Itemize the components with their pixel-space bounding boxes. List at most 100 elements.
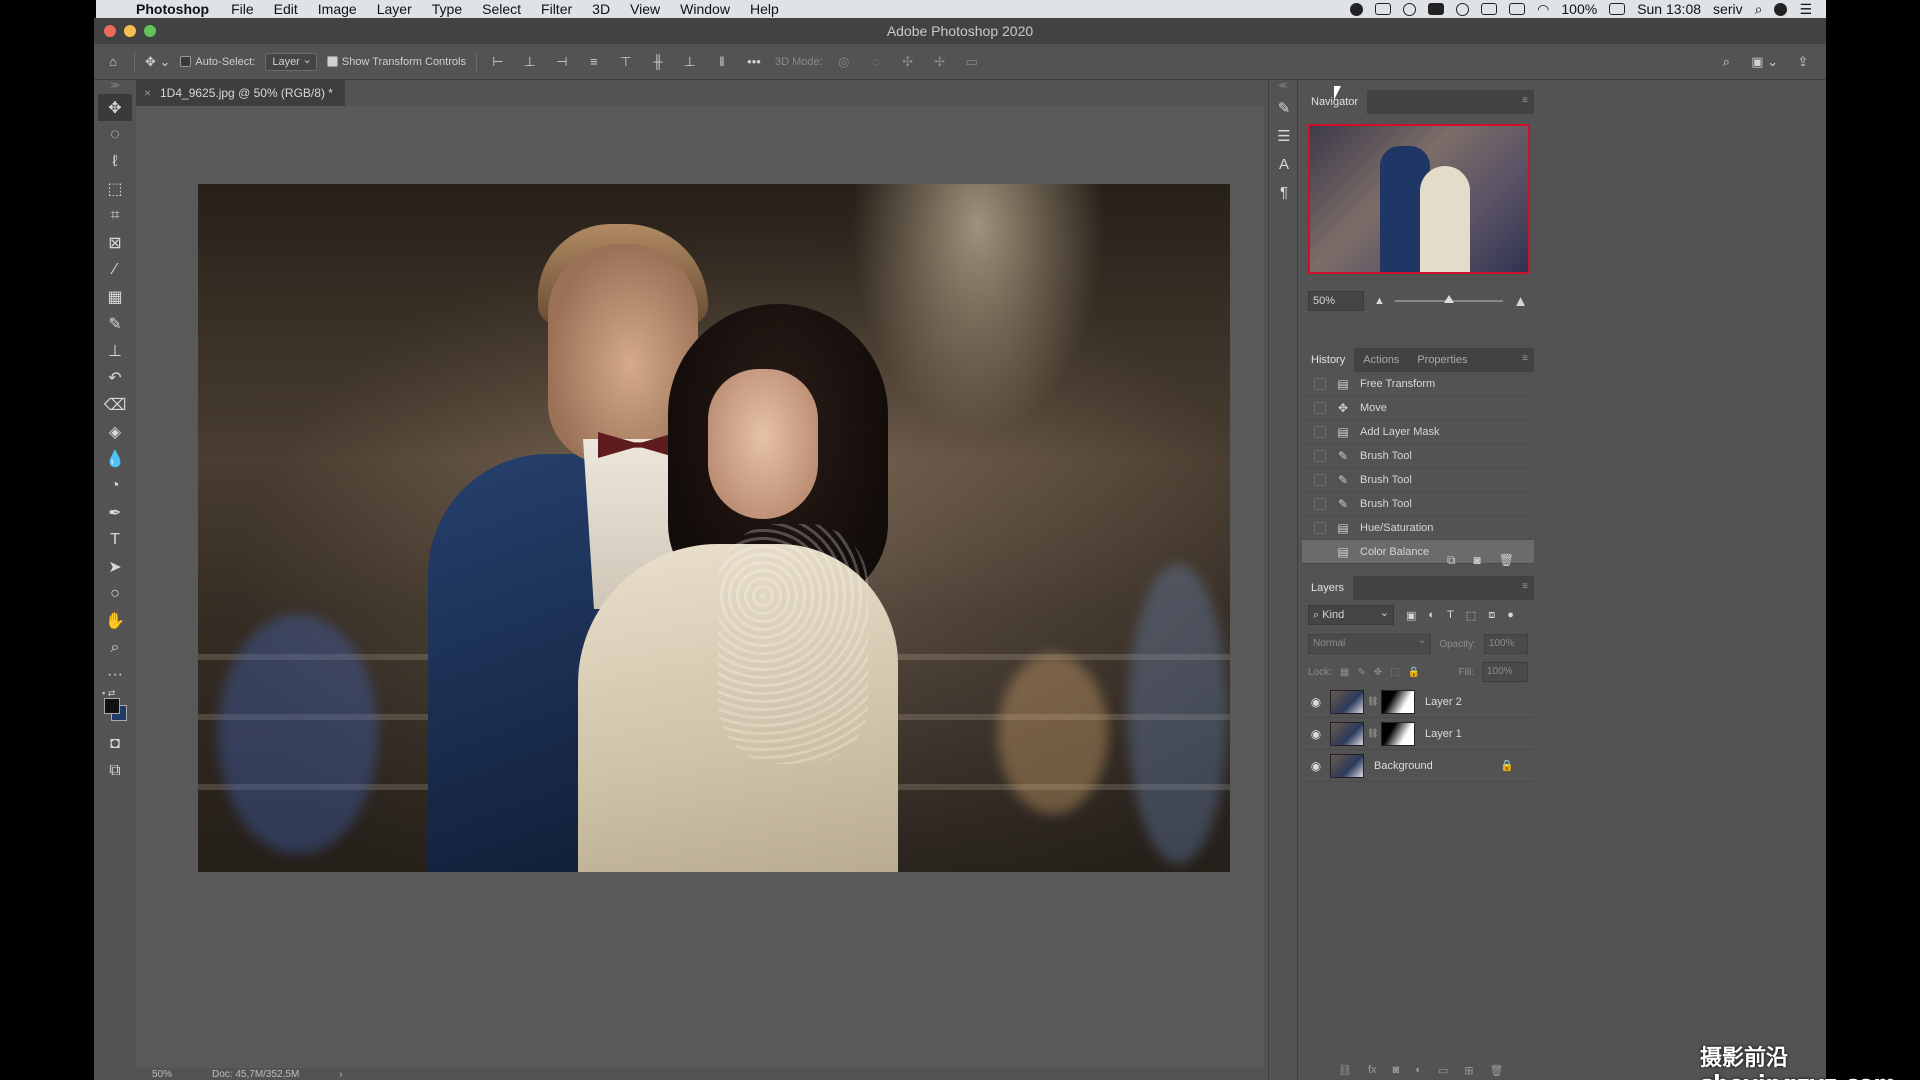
zoom-tool-icon[interactable]: ⌕: [98, 634, 132, 661]
lasso-tool-icon[interactable]: ℓ: [98, 148, 132, 175]
3d-orbit-icon[interactable]: ◎: [833, 51, 855, 73]
layer-name[interactable]: Layer 2: [1425, 696, 1462, 708]
filter-shape-icon[interactable]: ⬚: [1466, 609, 1476, 622]
3d-pan-icon[interactable]: ✣: [897, 51, 919, 73]
creative-cloud-icon[interactable]: [1456, 2, 1470, 16]
edit-toolbar-icon[interactable]: ···: [98, 661, 132, 688]
slider-knob[interactable]: [1443, 295, 1454, 303]
record-icon[interactable]: [1350, 2, 1364, 16]
path-select-tool-icon[interactable]: ➤: [98, 553, 132, 580]
camera-icon[interactable]: ◙: [1474, 553, 1481, 567]
layer-thumbnail[interactable]: [1330, 753, 1364, 778]
healing-brush-tool-icon[interactable]: ▦: [98, 283, 132, 310]
more-options-icon[interactable]: •••: [743, 51, 765, 73]
lock-transparent-icon[interactable]: ▦: [1340, 667, 1349, 678]
screen-mode-icon[interactable]: ⧉: [98, 757, 132, 784]
wifi-icon[interactable]: ◠: [1537, 1, 1549, 18]
user-name[interactable]: seriv: [1713, 1, 1743, 17]
new-adjustment-icon[interactable]: ◐: [1415, 1064, 1422, 1076]
filter-type-icon[interactable]: T: [1447, 609, 1454, 621]
clock[interactable]: Sun 13:08: [1637, 1, 1701, 17]
history-item[interactable]: ▤ Hue/Saturation: [1302, 516, 1534, 540]
share-icon[interactable]: ⇪: [1792, 51, 1814, 73]
menu-file[interactable]: File: [221, 1, 264, 17]
panel-menu-icon[interactable]: ≡: [1522, 353, 1528, 364]
search-icon[interactable]: ⌕: [1715, 51, 1737, 73]
snapshot-checkbox[interactable]: [1314, 401, 1326, 414]
history-brush-tool-icon[interactable]: ↶: [98, 364, 132, 391]
type-tool-icon[interactable]: T: [98, 526, 132, 553]
checkbox-box[interactable]: [326, 56, 338, 68]
distribute-vertical-icon[interactable]: ‖: [711, 51, 733, 73]
siri-icon[interactable]: [1774, 2, 1788, 16]
layer-row[interactable]: ◉ ⛓ Layer 2: [1302, 686, 1534, 718]
history-item[interactable]: ▤ Free Transform: [1302, 372, 1534, 396]
filter-toggle-icon[interactable]: ●: [1507, 609, 1514, 621]
tab-actions[interactable]: Actions: [1354, 348, 1408, 372]
blend-mode-dropdown[interactable]: Normal: [1308, 634, 1432, 654]
menu-help[interactable]: Help: [740, 1, 789, 17]
layer-mask-thumbnail[interactable]: [1381, 721, 1415, 746]
eraser-tool-icon[interactable]: ⌫: [98, 391, 132, 418]
pen-tool-icon[interactable]: ✒: [98, 499, 132, 526]
menu-filter[interactable]: Filter: [531, 1, 582, 17]
navigator-thumbnail[interactable]: [1308, 124, 1530, 274]
align-right-icon[interactable]: ⊣: [551, 51, 573, 73]
clone-stamp-tool-icon[interactable]: ⊥: [98, 337, 132, 364]
navigation-icon[interactable]: [1403, 2, 1417, 16]
layer-mask-thumbnail[interactable]: [1381, 689, 1415, 714]
spotlight-search-icon[interactable]: ⌕: [1755, 1, 1763, 18]
zoom-level[interactable]: 50%: [152, 1069, 172, 1080]
paragraph-panel-icon[interactable]: ¶: [1269, 178, 1299, 206]
new-document-from-state-icon[interactable]: ⧉: [1447, 553, 1456, 568]
align-top-icon[interactable]: ⊤: [615, 51, 637, 73]
layer-name[interactable]: Background: [1374, 760, 1433, 772]
move-tool-icon[interactable]: ✥: [98, 94, 132, 121]
layer-name[interactable]: Layer 1: [1425, 728, 1462, 740]
lock-artboard-icon[interactable]: ⬚: [1390, 667, 1399, 678]
panel-grip[interactable]: ≫: [98, 80, 132, 94]
3d-slide-icon[interactable]: ✢: [929, 51, 951, 73]
close-document-icon[interactable]: ×: [144, 86, 151, 100]
history-item[interactable]: ✎ Brush Tool: [1302, 468, 1534, 492]
move-tool-preset-icon[interactable]: ✥ ⌄: [145, 51, 170, 73]
control-center-icon[interactable]: ☰: [1799, 1, 1812, 18]
layer-row[interactable]: ◉ Background 🔒: [1302, 750, 1534, 782]
3d-roll-icon[interactable]: ◌: [865, 51, 887, 73]
lock-all-icon[interactable]: 🔒: [1408, 667, 1420, 678]
notification-icon[interactable]: [1428, 3, 1445, 15]
snapshot-checkbox[interactable]: [1314, 425, 1326, 438]
menu-window[interactable]: Window: [670, 1, 740, 17]
quick-mask-icon[interactable]: ◘: [98, 730, 132, 757]
auto-select-checkbox[interactable]: Auto-Select:: [180, 56, 255, 68]
add-mask-icon[interactable]: ◙: [1393, 1064, 1400, 1076]
3d-camera-icon[interactable]: ▭: [961, 51, 983, 73]
tab-properties[interactable]: Properties: [1408, 348, 1476, 372]
paint-bucket-tool-icon[interactable]: ◈: [98, 418, 132, 445]
auto-select-target-dropdown[interactable]: Layer: [265, 52, 317, 71]
snapshot-checkbox[interactable]: [1314, 473, 1326, 486]
hand-tool-icon[interactable]: ✋: [98, 607, 132, 634]
minimize-window-button[interactable]: [124, 25, 136, 37]
layer-style-icon[interactable]: fx: [1368, 1064, 1377, 1076]
zoom-in-icon[interactable]: ▲: [1513, 293, 1528, 310]
visibility-eye-icon[interactable]: ◉: [1302, 695, 1330, 709]
snapshot-checkbox[interactable]: [1314, 377, 1326, 390]
flag-icon[interactable]: [1509, 3, 1526, 15]
workspace-icon[interactable]: ▣ ⌄: [1751, 51, 1778, 73]
snapshot-checkbox[interactable]: [1314, 449, 1326, 462]
character-panel-icon[interactable]: A: [1269, 150, 1299, 178]
link-layers-icon[interactable]: ⛓: [1338, 1064, 1352, 1077]
menu-select[interactable]: Select: [472, 1, 531, 17]
canvas-photo[interactable]: [198, 184, 1230, 872]
layer-thumbnail[interactable]: [1330, 721, 1364, 746]
blur-tool-icon[interactable]: 💧: [98, 445, 132, 472]
menu-layer[interactable]: Layer: [367, 1, 422, 17]
document-size[interactable]: Doc: 45,7M/352,5M: [212, 1069, 299, 1080]
fill-field[interactable]: 100%: [1482, 662, 1528, 682]
foreground-color-swatch[interactable]: [104, 698, 120, 714]
menu-3d[interactable]: 3D: [582, 1, 620, 17]
align-left-icon[interactable]: ⊢: [487, 51, 509, 73]
visibility-eye-icon[interactable]: ◉: [1302, 727, 1330, 741]
navigator-zoom-field[interactable]: 50%: [1308, 291, 1364, 311]
